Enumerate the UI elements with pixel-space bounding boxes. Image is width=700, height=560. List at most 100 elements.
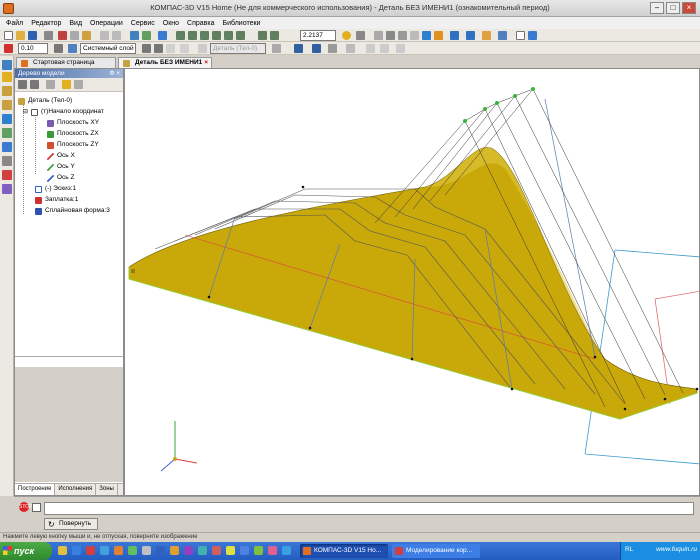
- menu-service[interactable]: Сервис: [131, 20, 155, 27]
- task-browser[interactable]: Моделирование кор...: [392, 544, 480, 558]
- zoom-previous-icon[interactable]: [236, 31, 245, 40]
- quicklaunch-ie-icon[interactable]: [72, 546, 81, 555]
- zoom-dynamic-icon[interactable]: [258, 31, 267, 40]
- quicklaunch-app-icon[interactable]: [156, 546, 165, 555]
- tree-item-part[interactable]: Деталь (Тел-0): [18, 96, 72, 106]
- zoom-all-icon[interactable]: [224, 31, 233, 40]
- open-folder-icon[interactable]: [16, 31, 25, 40]
- save-icon[interactable]: [28, 31, 37, 40]
- quicklaunch-skype-icon[interactable]: [100, 546, 109, 555]
- print-preview-icon[interactable]: [366, 44, 375, 53]
- filters-icon[interactable]: [2, 142, 12, 152]
- tree-item-plane-xy[interactable]: Плоскость XY: [47, 118, 99, 128]
- edit-part-icon[interactable]: [2, 60, 12, 70]
- quicklaunch-app-icon[interactable]: [282, 546, 291, 555]
- close-tab-icon[interactable]: ×: [204, 58, 208, 68]
- menu-edit[interactable]: Редактор: [31, 20, 61, 27]
- quicklaunch-firefox-icon[interactable]: [114, 546, 123, 555]
- options-icon[interactable]: [32, 503, 41, 512]
- menu-help[interactable]: Справка: [187, 20, 214, 27]
- settings-icon[interactable]: [328, 44, 337, 53]
- collapse-icon[interactable]: ⊟: [23, 107, 28, 117]
- tree-item-axis-x[interactable]: Ось X: [47, 151, 75, 161]
- tree-structure-icon[interactable]: [30, 80, 39, 89]
- copy-icon[interactable]: [70, 31, 79, 40]
- quicklaunch-opera-icon[interactable]: [86, 546, 95, 555]
- tree-item-axis-y[interactable]: Ось Y: [47, 162, 75, 172]
- zoom-fit-icon[interactable]: [212, 31, 221, 40]
- tree-item-plane-zx[interactable]: Плоскость ZX: [47, 129, 99, 139]
- tab-versions[interactable]: Исполнения: [55, 484, 97, 495]
- view-icon[interactable]: [374, 31, 383, 40]
- quicklaunch-app-icon[interactable]: [226, 546, 235, 555]
- close-button[interactable]: ×: [682, 2, 696, 14]
- zoom-in-icon[interactable]: [176, 31, 185, 40]
- perspective-icon[interactable]: [450, 31, 459, 40]
- menu-operations[interactable]: Операции: [90, 20, 123, 27]
- tree-filter-icon[interactable]: [46, 80, 55, 89]
- language-indicator[interactable]: RL: [625, 546, 633, 553]
- redo-icon[interactable]: [112, 31, 121, 40]
- quicklaunch-app-icon[interactable]: [268, 546, 277, 555]
- library-icon[interactable]: [498, 31, 507, 40]
- cursor-icon[interactable]: [4, 44, 13, 53]
- tree-pin-icon[interactable]: [62, 80, 71, 89]
- tree-icon[interactable]: [130, 31, 139, 40]
- spline-surface[interactable]: [128, 147, 698, 420]
- rotate-button[interactable]: ↻ Повернуть: [44, 518, 99, 530]
- filter-icon[interactable]: [466, 31, 475, 40]
- tree-item-plane-zy[interactable]: Плоскость ZY: [47, 140, 99, 150]
- start-button[interactable]: пуск: [0, 542, 52, 560]
- eraser-icon[interactable]: [166, 44, 175, 53]
- zoom-window-icon[interactable]: [188, 31, 197, 40]
- orientation-icon[interactable]: [356, 31, 365, 40]
- props-lock-icon[interactable]: [272, 44, 281, 53]
- quicklaunch-app-icon[interactable]: [184, 546, 193, 555]
- tab-detail[interactable]: Деталь БЕЗ ИМЕНИ1 ×: [118, 57, 212, 68]
- quicklaunch-app-icon[interactable]: [198, 546, 207, 555]
- pan-icon[interactable]: [270, 31, 279, 40]
- grid-icon[interactable]: [396, 44, 405, 53]
- menu-window[interactable]: Окно: [163, 20, 179, 27]
- layer-props-icon[interactable]: [142, 44, 151, 53]
- menu-view[interactable]: Вид: [69, 20, 82, 27]
- info-icon[interactable]: [528, 31, 537, 40]
- menu-libraries[interactable]: Библиотеки: [223, 20, 261, 27]
- tree-item-axis-z[interactable]: Ось Z: [47, 173, 74, 183]
- command-input[interactable]: [44, 502, 694, 515]
- shaded-icon[interactable]: [422, 31, 431, 40]
- cut-icon[interactable]: [58, 31, 67, 40]
- tab-start-page[interactable]: Стартовая страница: [16, 57, 116, 68]
- quicklaunch-app-icon[interactable]: [212, 546, 221, 555]
- menu-file[interactable]: Файл: [6, 20, 23, 27]
- reports-icon[interactable]: [2, 170, 12, 180]
- wireframe-icon[interactable]: [386, 31, 395, 40]
- quicklaunch-app-icon[interactable]: [170, 546, 179, 555]
- tree-expand-icon[interactable]: [74, 80, 83, 89]
- layer-field[interactable]: Системный слой (0): [80, 43, 136, 54]
- 3d-viewport[interactable]: ıı: [124, 68, 700, 496]
- tab-zones[interactable]: Зоны: [96, 484, 118, 495]
- surfaces-icon[interactable]: [2, 86, 12, 96]
- tab-construction[interactable]: Построение: [15, 484, 56, 495]
- minimize-button[interactable]: –: [650, 2, 664, 14]
- quicklaunch-explorer-icon[interactable]: [58, 546, 67, 555]
- tree-sort-icon[interactable]: [18, 80, 27, 89]
- color-icon[interactable]: [154, 44, 163, 53]
- maximize-button[interactable]: □: [666, 2, 680, 14]
- help-icon[interactable]: [158, 31, 167, 40]
- zoom-scale-field[interactable]: 2.2137: [300, 30, 336, 41]
- pencil-icon[interactable]: [180, 44, 189, 53]
- quicklaunch-app-icon[interactable]: [254, 546, 263, 555]
- line-width-field[interactable]: 0.10: [18, 43, 48, 54]
- print-icon[interactable]: [44, 31, 53, 40]
- halftone-icon[interactable]: [410, 31, 419, 40]
- panel-controls[interactable]: Ф ×: [109, 69, 120, 78]
- arrays-icon[interactable]: [2, 100, 12, 110]
- checkbox-icon[interactable]: [516, 31, 525, 40]
- edit-icon[interactable]: [312, 44, 321, 53]
- spatial-curves-icon[interactable]: [2, 72, 12, 82]
- quicklaunch-app-icon[interactable]: [128, 546, 137, 555]
- display-icon[interactable]: [294, 44, 303, 53]
- tree-item-sketch[interactable]: (-) Эскиз:1: [35, 184, 76, 194]
